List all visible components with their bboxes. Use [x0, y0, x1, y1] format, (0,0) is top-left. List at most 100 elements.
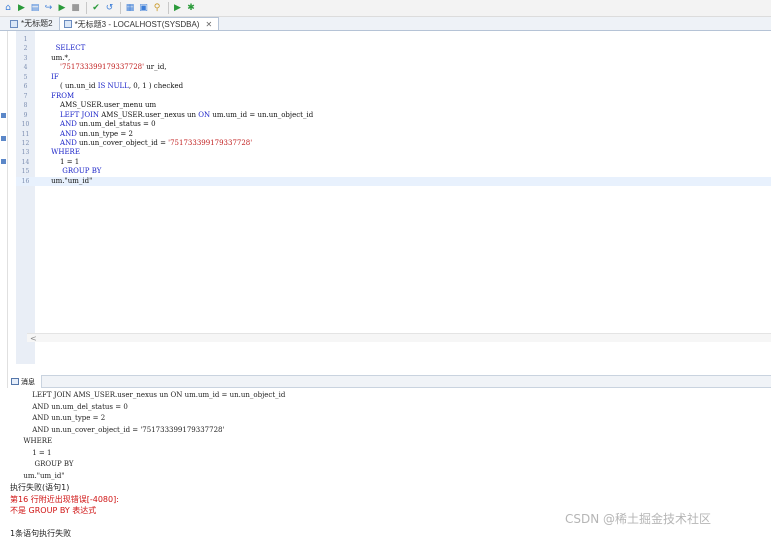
sql-keyword: SELECT: [55, 44, 86, 53]
line-number: 12: [21, 139, 30, 147]
sql-text: un.un_type = 2: [76, 129, 133, 138]
code-text: 1 = 1: [40, 158, 79, 167]
line-number: 9: [23, 111, 28, 119]
output-line: AND un.un_type = 2: [10, 414, 106, 422]
sql-text: um."um_id": [51, 176, 93, 185]
code-text: AMS_USER.user_menu um: [40, 101, 156, 110]
run-script-icon[interactable]: ▤: [29, 2, 41, 14]
sql-text: AMS_USER.user_nexus un: [98, 110, 199, 119]
debug-icon[interactable]: ✱: [185, 2, 197, 14]
code-line[interactable]: 8 AMS_USER.user_menu um: [16, 101, 771, 110]
sql-text: 1 = 1: [60, 157, 80, 166]
run-selection-icon[interactable]: ▶: [56, 2, 68, 14]
line-number: 14: [21, 158, 30, 166]
error-message-line: 第16 行附近出现错误[-4080]:: [10, 494, 119, 504]
code-text: AND un.um_del_status = 0: [40, 120, 156, 129]
code-line[interactable]: 10 AND un.um_del_status = 0: [16, 120, 771, 129]
stop-icon[interactable]: ■: [70, 2, 82, 14]
bookmark-marker: [1, 136, 6, 141]
code-line[interactable]: 11 AND un.un_type = 2: [16, 130, 771, 139]
close-icon[interactable]: ✕: [205, 20, 212, 29]
sql-string: '751733399179337728': [60, 63, 145, 72]
code-line[interactable]: 1: [16, 35, 771, 44]
line-number: 3: [23, 54, 28, 62]
line-number: 11: [21, 130, 30, 138]
sql-keyword: AND: [60, 120, 77, 129]
output-line: 执行失败(语句1): [10, 483, 70, 492]
step-icon[interactable]: ↪: [43, 2, 55, 14]
run-icon[interactable]: ▶: [16, 2, 28, 14]
sql-text: um.*,: [51, 53, 71, 62]
toolbar: ⌂ ▶ ▤ ↪ ▶ ■ ✔ ↺ ▦ ▣ ⚲ ▶ ✱: [0, 0, 771, 17]
sql-keyword: IS NULL: [97, 82, 129, 91]
format-icon[interactable]: ▦: [124, 2, 136, 14]
code-line[interactable]: 15 GROUP BY: [16, 167, 771, 176]
sql-keyword: GROUP BY: [62, 167, 102, 176]
sql-keyword: ON: [198, 110, 211, 119]
code-text: LEFT JOIN AMS_USER.user_nexus un ON um.u…: [40, 111, 313, 120]
output-line: GROUP BY: [10, 460, 74, 468]
tab-messages[interactable]: 消息: [8, 375, 42, 388]
horizontal-scrollbar[interactable]: <: [27, 333, 771, 343]
line-number: 6: [23, 83, 28, 91]
sql-file-icon: [63, 20, 72, 28]
code-line[interactable]: 5 IF: [16, 73, 771, 82]
output-line: 1条语句执行失败: [10, 529, 72, 538]
line-number: 5: [23, 73, 28, 81]
commit-icon[interactable]: ✔: [90, 2, 102, 14]
toolbar-separator: [120, 2, 121, 14]
line-number: 16: [21, 177, 30, 185]
output-line: AND un.um_del_status = 0: [10, 402, 128, 411]
search-icon[interactable]: ⚲: [151, 2, 163, 14]
code-line[interactable]: 12 AND un.un_cover_object_id = '75173339…: [16, 139, 771, 148]
code-line[interactable]: 7 FROM: [16, 92, 771, 101]
code-line[interactable]: 13 WHERE: [16, 148, 771, 157]
code-text: GROUP BY: [40, 167, 101, 176]
sql-keyword: FROM: [51, 91, 75, 100]
code-line[interactable]: 4 '751733399179337728' ur_id,: [16, 63, 771, 72]
code-text: AND un.un_cover_object_id = '75173339917…: [40, 139, 252, 148]
code-line[interactable]: 2 SELECT: [16, 44, 771, 53]
sql-keyword: IF: [51, 72, 59, 81]
line-number: 1: [23, 36, 28, 43]
code-text: IF: [40, 73, 59, 82]
sql-keyword: AND: [60, 138, 77, 147]
code-text: AND un.un_type = 2: [40, 130, 133, 139]
sql-text: ur_id,: [144, 63, 167, 72]
sql-file-icon: [10, 19, 18, 28]
code-line[interactable]: 16 um."um_id": [16, 176, 771, 186]
output-line: um."um_id": [10, 471, 65, 480]
code-text: SELECT: [40, 44, 86, 53]
toolbar-separator: [167, 2, 169, 14]
sql-text: , 0, 1 ) checked: [128, 82, 184, 91]
line-number: 15: [21, 168, 30, 176]
bookmark-marker: [1, 113, 6, 118]
code-line[interactable]: 14 1 = 1: [16, 158, 771, 167]
code-line[interactable]: 6 ( un.un_id IS NULL, 0, 1 ) checked: [16, 82, 771, 91]
sql-keyword: AND: [60, 129, 77, 138]
code-line[interactable]: 9 LEFT JOIN AMS_USER.user_nexus un ON um…: [16, 111, 771, 120]
sql-keyword: LEFT JOIN: [60, 110, 99, 119]
scroll-left-icon[interactable]: <: [30, 334, 37, 343]
debug-step-icon[interactable]: ▶: [172, 2, 184, 14]
sql-editor[interactable]: 12 SELECT 3 um.*, 4 '751733399179337728' u…: [8, 31, 771, 364]
sql-text: um.um_id = un.un_object_id: [210, 110, 314, 119]
code-text: '751733399179337728' ur_id,: [40, 63, 167, 72]
explain-icon[interactable]: ▣: [138, 2, 150, 14]
output-line: WHERE: [10, 437, 53, 445]
home-icon[interactable]: ⌂: [2, 2, 14, 14]
toolbar-separator: [86, 2, 87, 14]
sql-keyword: WHERE: [51, 148, 80, 157]
message-icon: [11, 378, 19, 385]
tab-untitled-2[interactable]: *无标题2: [6, 17, 59, 30]
rollback-icon[interactable]: ↺: [104, 2, 116, 14]
code-text: um.*,: [40, 54, 70, 63]
editor-tab-bar: *无标题2 *无标题3 - LOCALHOST(SYSDBA) ✕: [0, 17, 771, 31]
watermark: CSDN @稀土掘金技术社区: [565, 512, 712, 526]
code-line[interactable]: 3 um.*,: [16, 54, 771, 63]
sql-text: AMS_USER.user_menu um: [60, 101, 157, 110]
sql-string: '751733399179337728': [168, 138, 253, 147]
tab-label: *无标题2: [21, 19, 53, 28]
tab-untitled-3[interactable]: *无标题3 - LOCALHOST(SYSDBA) ✕: [58, 17, 220, 30]
line-number: 10: [21, 121, 30, 129]
